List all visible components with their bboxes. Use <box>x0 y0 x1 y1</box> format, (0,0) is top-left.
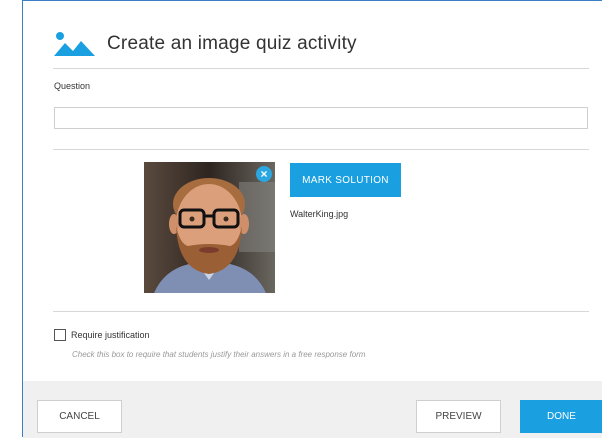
mark-solution-button[interactable]: MARK SOLUTION <box>290 163 401 197</box>
divider <box>53 311 589 312</box>
image-landscape-icon <box>54 32 95 56</box>
divider <box>53 68 589 69</box>
question-input[interactable] <box>54 107 588 129</box>
activity-editor-panel: Create an image quiz activity Question ×… <box>22 0 602 438</box>
image-thumbnail <box>144 162 275 293</box>
done-button[interactable]: DONE <box>520 400 602 433</box>
page-title: Create an image quiz activity <box>107 33 357 54</box>
divider <box>53 149 589 150</box>
image-filename: WalterKing.jpg <box>290 209 349 219</box>
close-icon: × <box>260 167 268 181</box>
question-label: Question <box>54 81 91 91</box>
preview-button[interactable]: PREVIEW <box>416 400 501 433</box>
require-justification-label[interactable]: Require justification <box>71 330 150 340</box>
remove-image-button[interactable]: × <box>256 166 272 182</box>
footer-bar: CANCEL PREVIEW DONE <box>23 381 602 438</box>
require-justification-checkbox[interactable] <box>54 329 66 341</box>
portrait-image <box>144 162 275 293</box>
require-justification-help: Check this box to require that students … <box>72 350 366 359</box>
header: Create an image quiz activity <box>51 27 591 61</box>
cancel-button[interactable]: CANCEL <box>37 400 122 433</box>
